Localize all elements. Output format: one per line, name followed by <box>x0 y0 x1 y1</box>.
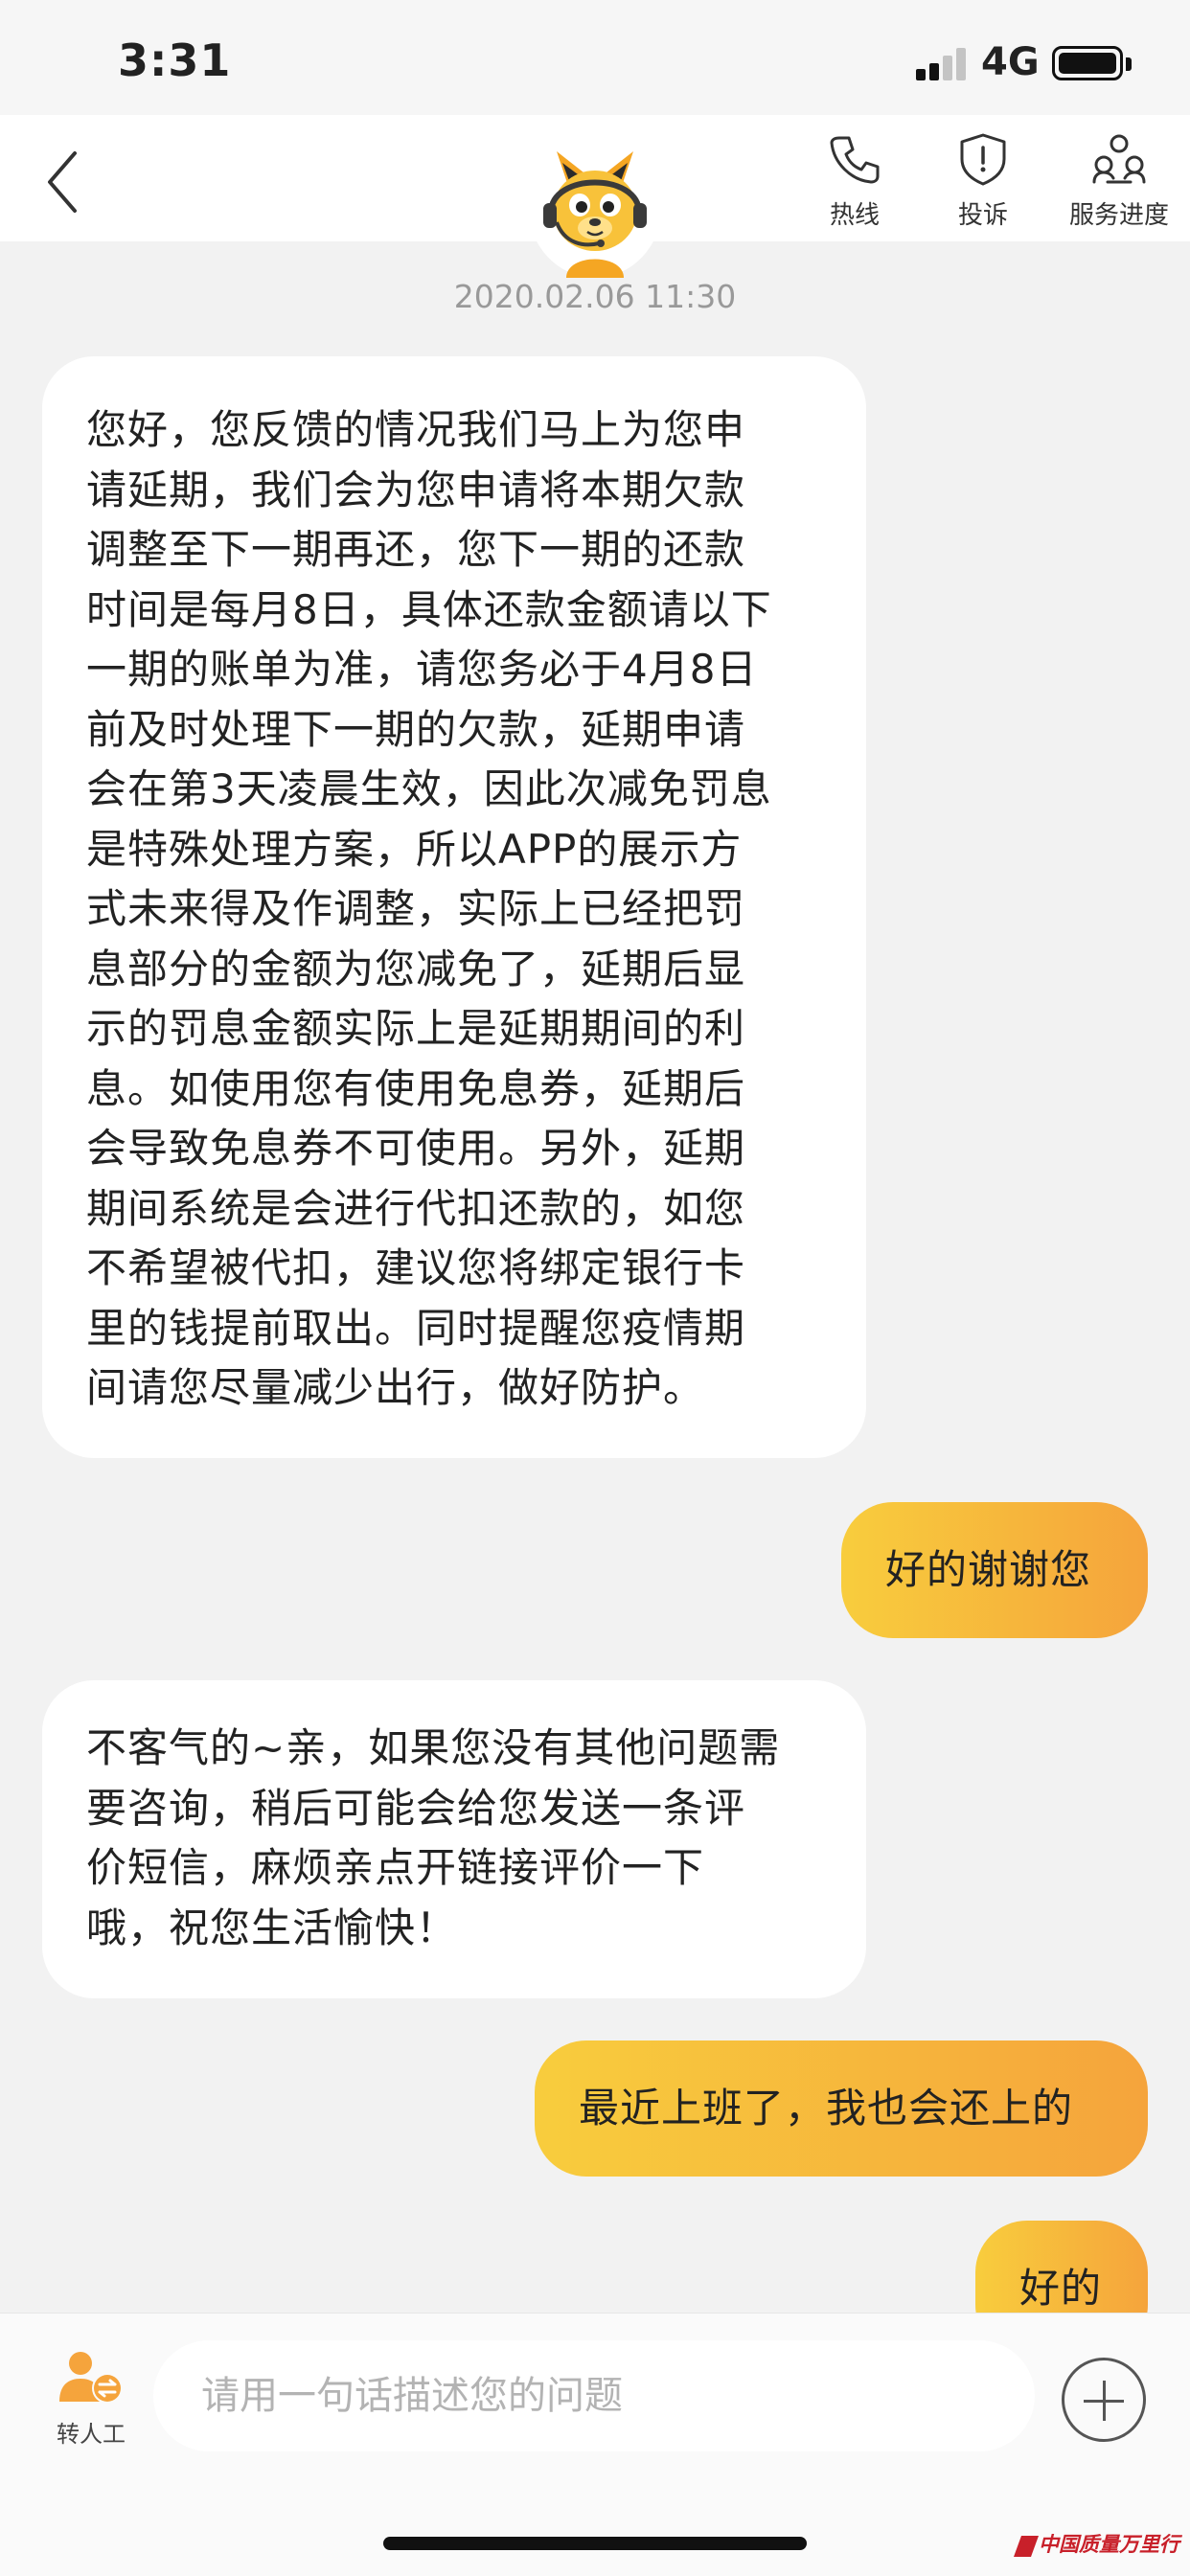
transfer-label: 转人工 <box>57 2421 126 2448</box>
message-line: 里的钱提前取出。同时提醒您疫情期 <box>86 1304 746 1352</box>
status-time: 3:31 <box>118 34 232 86</box>
message-line: 一期的账单为准，请您务必于4月8日 <box>86 646 758 693</box>
signal-icon <box>916 48 970 80</box>
complaint-label: 投诉 <box>957 201 1008 230</box>
agent-avatar <box>528 134 662 278</box>
watermark-text: 中国质量万里行 <box>1039 2532 1179 2556</box>
complaint-button[interactable]: 投诉 <box>916 130 1050 231</box>
status-bar: 3:31 4G <box>0 0 1190 115</box>
message-line: 您好，您反馈的情况我们马上为您申 <box>86 406 746 453</box>
message-input[interactable] <box>153 2340 1035 2451</box>
battery-tip <box>1126 57 1132 71</box>
message-line: 会在第3天凌晨生效，因此次减免罚息 <box>86 765 772 812</box>
plus-circle-icon[interactable] <box>1062 2358 1146 2442</box>
message-line: 是特殊处理方案，所以APP的展示方 <box>86 825 743 873</box>
message-line: 期间系统是会进行代扣还款的，如您 <box>86 1184 746 1232</box>
message-line: 哦，祝您生活愉快！ <box>86 1904 458 1951</box>
message-line: 时间是每月8日，具体还款金额请以下 <box>86 585 772 633</box>
user-message: 最近上班了，我也会还上的 <box>535 2040 1148 2177</box>
transfer-to-human-button[interactable]: 转人工 <box>48 2348 134 2449</box>
watermark: 中国质量万里行 <box>1013 2529 1186 2567</box>
shield-alert-icon <box>960 133 1006 186</box>
message-line: 息。如使用您有使用免息券，延期后 <box>86 1064 746 1112</box>
chevron-left-icon <box>48 151 77 213</box>
message-line: 息部分的金额为您减免了，延期后显 <box>86 945 746 992</box>
network-type: 4G <box>981 40 1040 84</box>
message-line: 调整至下一期再还，您下一期的还款 <box>86 526 746 573</box>
message-line: 最近上班了，我也会还上的 <box>579 2085 1074 2131</box>
battery-icon <box>1052 46 1123 80</box>
message-line: 间请您尽量减少出行，做好防护。 <box>86 1364 705 1411</box>
phone-icon <box>830 136 880 184</box>
message-line: 好的谢谢您 <box>885 1546 1092 1593</box>
message-line: 前及时处理下一期的欠款，延期申请 <box>86 705 746 753</box>
person-transfer-icon <box>59 2352 123 2404</box>
message-line: 不客气的~亲，如果您没有其他问题需 <box>86 1724 781 1771</box>
home-indicator <box>383 2537 807 2550</box>
message-line: 不希望被代扣，建议您将绑定银行卡 <box>86 1244 746 1291</box>
back-button[interactable] <box>38 144 96 220</box>
kangaroo-agent-icon <box>543 151 647 278</box>
hotline-label: 热线 <box>829 201 880 230</box>
message-line: 会导致免息券不可使用。另外，延期 <box>86 1125 746 1172</box>
chat-timestamp: 2020.02.06 11:30 <box>453 278 737 315</box>
progress-people-icon <box>1092 134 1146 184</box>
message-line: 请延期，我们会为您申请将本期欠款 <box>86 466 746 513</box>
hotline-button[interactable]: 热线 <box>788 130 922 231</box>
message-line: 要咨询，稍后可能会给您发送一条评 <box>86 1784 746 1832</box>
message-line: 价短信，麻烦亲点开链接评价一下 <box>86 1844 705 1891</box>
service-progress-button[interactable]: 服务进度 <box>1052 130 1186 231</box>
agent-message: 不客气的~亲，如果您没有其他问题需 要咨询，稍后可能会给您发送一条评 价短信，麻… <box>42 1680 866 1998</box>
service-progress-label: 服务进度 <box>1068 201 1169 230</box>
message-line: 示的罚息金额实际上是延期期间的利 <box>86 1005 746 1052</box>
watermark-logo-icon <box>1013 2535 1040 2557</box>
agent-message: 您好，您反馈的情况我们马上为您申 请延期，我们会为您申请将本期欠款 调整至下一期… <box>42 356 866 1458</box>
user-message: 好的谢谢您 <box>841 1502 1148 1638</box>
message-line: 式未来得及作调整，实际上已经把罚 <box>86 885 746 932</box>
message-line: 好的 <box>1019 2265 1103 2312</box>
